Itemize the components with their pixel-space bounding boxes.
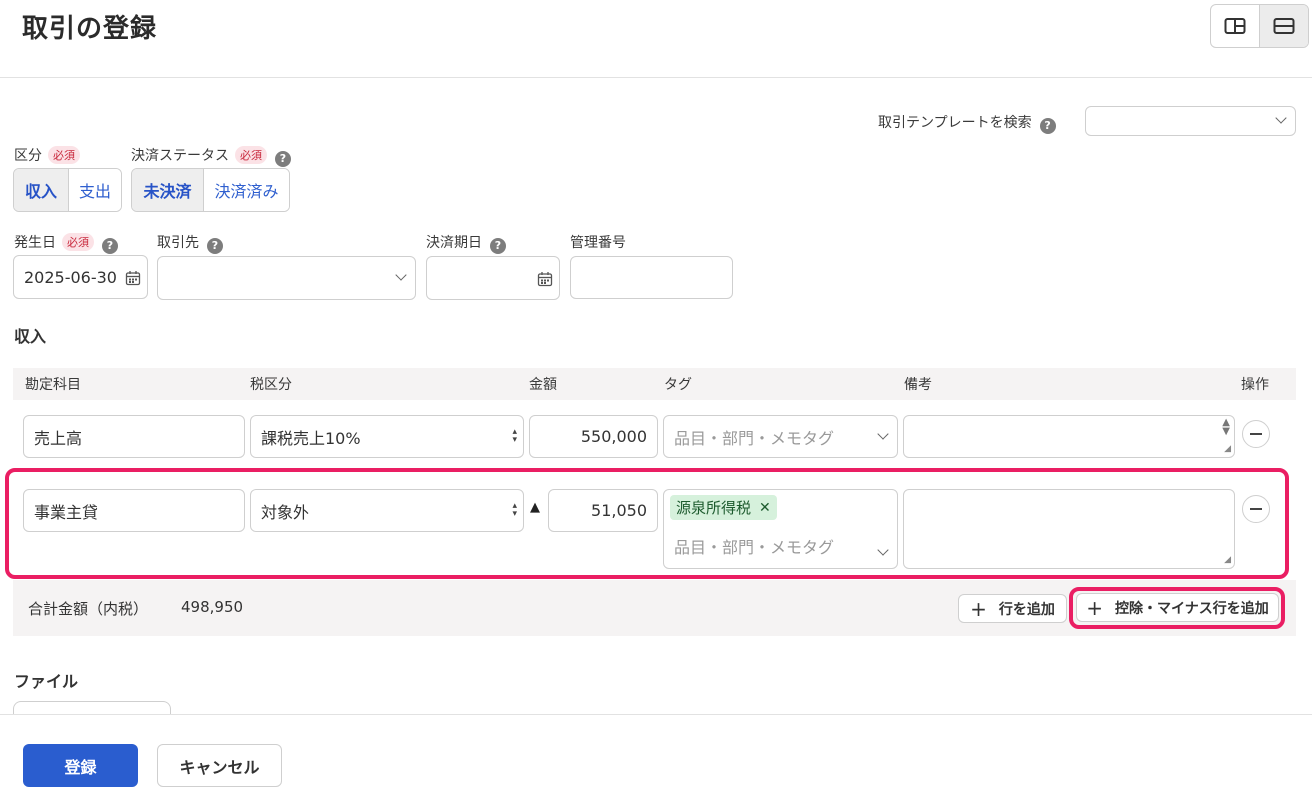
help-icon[interactable]: ? <box>275 151 291 167</box>
header-divider <box>0 77 1312 78</box>
th-amount: 金額 <box>529 377 557 393</box>
required-badge: 必須 <box>48 146 80 164</box>
row1-tag-select[interactable]: 品目・部門・メモタグ <box>663 415 898 458</box>
table-header <box>13 368 1296 400</box>
split-layout-icon <box>1224 18 1246 34</box>
kubun-expense-button[interactable]: 支出 <box>68 169 121 211</box>
updown-icon: ▴ ▾ <box>512 501 517 519</box>
kubun-segmented: 収入 支出 <box>13 168 122 212</box>
cancel-button[interactable]: キャンセル <box>157 744 282 787</box>
mgmt-no-label: 管理番号 <box>570 235 626 251</box>
template-search-select[interactable] <box>1085 106 1296 136</box>
minus-icon <box>1250 508 1262 510</box>
split-view-button[interactable] <box>1211 5 1259 47</box>
status-label: 決済ステータス 必須? <box>131 145 291 167</box>
add-row-button[interactable]: + 行を追加 <box>958 594 1067 623</box>
minus-icon <box>1250 433 1262 435</box>
submit-button[interactable]: 登録 <box>23 744 138 787</box>
row2-amount-value: 51,050 <box>591 501 647 520</box>
row2-amount-input[interactable]: 51,050 <box>548 489 658 532</box>
resize-handle-icon[interactable]: ◢ <box>1224 555 1231 565</box>
kubun-label: 区分 必須 <box>14 145 80 165</box>
resize-handle-icon[interactable]: ◢ <box>1224 444 1231 454</box>
tag-chip-label: 源泉所得税 <box>676 499 752 517</box>
th-memo: 備考 <box>904 377 932 393</box>
help-icon[interactable]: ? <box>490 238 506 254</box>
help-icon[interactable]: ? <box>102 238 118 254</box>
status-settled-button[interactable]: 決済済み <box>203 169 289 211</box>
help-icon[interactable]: ? <box>207 238 223 254</box>
status-segmented: 未決済 決済済み <box>131 168 290 212</box>
required-badge: 必須 <box>62 233 94 251</box>
chevron-down-icon <box>395 269 407 281</box>
row1-account-value: 売上高 <box>34 428 83 448</box>
row1-amount-input[interactable]: 550,000 <box>529 415 658 458</box>
mgmt-no-input[interactable] <box>570 256 733 299</box>
tag-chip: 源泉所得税 ✕ <box>670 495 777 520</box>
row2-tax-value: 対象外 <box>261 502 310 522</box>
required-badge: 必須 <box>235 146 267 164</box>
kubun-income-button[interactable]: 収入 <box>14 169 68 211</box>
date-label: 発生日 必須? <box>14 232 118 254</box>
th-ops: 操作 <box>1241 377 1269 393</box>
date-value: 2025-06-30 <box>24 267 117 287</box>
template-search-label: 取引テンプレートを検索? <box>878 112 1056 134</box>
view-toggle <box>1210 4 1309 48</box>
row2-account-input[interactable]: 事業主貸 <box>23 489 245 532</box>
chevron-down-icon <box>1275 112 1287 124</box>
date-input[interactable]: 2025-06-30 <box>13 255 148 299</box>
add-deduction-row-button[interactable]: + 控除・マイナス行を追加 <box>1076 593 1279 622</box>
th-account: 勘定科目 <box>25 377 81 393</box>
row1-remove-button[interactable] <box>1242 420 1270 448</box>
calendar-icon[interactable] <box>125 270 141 286</box>
calendar-icon[interactable] <box>537 271 553 287</box>
row1-tag-placeholder: 品目・部門・メモタグ <box>674 428 835 448</box>
row1-memo-textarea[interactable]: ▲ ▼ ◢ <box>903 415 1235 458</box>
updown-icon: ▴ ▾ <box>512 427 517 445</box>
th-tag: タグ <box>664 377 692 393</box>
due-date-label: 決済期日? <box>426 232 506 254</box>
close-icon[interactable]: ✕ <box>759 500 771 516</box>
row2-memo-textarea[interactable]: ◢ <box>903 489 1235 569</box>
add-row-label: 行を追加 <box>998 601 1055 618</box>
partner-select[interactable] <box>157 256 416 300</box>
spinner-icon: ▲ ▼ <box>1222 417 1230 437</box>
row2-remove-button[interactable] <box>1242 495 1270 523</box>
total-value: 498,950 <box>181 598 244 616</box>
row1-account-input[interactable]: 売上高 <box>23 415 245 458</box>
th-tax: 税区分 <box>250 377 292 393</box>
chevron-down-icon <box>877 544 889 556</box>
help-icon[interactable]: ? <box>1039 118 1056 134</box>
section-title: 収入 <box>14 327 47 346</box>
row2-tag-placeholder: 品目・部門・メモタグ <box>674 538 835 557</box>
stack-view-button[interactable] <box>1259 5 1308 47</box>
plus-icon: + <box>970 596 987 621</box>
add-deduction-row-label: 控除・マイナス行を追加 <box>1115 600 1269 617</box>
files-title: ファイル <box>14 672 79 691</box>
row2-tax-select[interactable]: 対象外 ▴ ▾ <box>250 489 524 532</box>
row1-tax-value: 課税売上10% <box>261 428 361 448</box>
deduction-mark: ▲ <box>530 500 540 515</box>
row2-account-value: 事業主貸 <box>34 502 99 522</box>
row1-tax-select[interactable]: 課税売上10% ▴ ▾ <box>250 415 524 458</box>
partner-label: 取引先? <box>157 232 223 254</box>
row2-tag-select[interactable]: 源泉所得税 ✕ 品目・部門・メモタグ <box>663 489 898 569</box>
total-label: 合計金額（内税） <box>28 600 149 618</box>
row1-amount-value: 550,000 <box>580 427 647 446</box>
stack-layout-icon <box>1273 18 1295 34</box>
status-unsettled-button[interactable]: 未決済 <box>132 169 203 211</box>
due-date-input[interactable] <box>426 256 560 300</box>
chevron-down-icon <box>877 427 889 440</box>
page-title: 取引の登録 <box>22 14 158 44</box>
plus-icon: + <box>1086 595 1104 620</box>
